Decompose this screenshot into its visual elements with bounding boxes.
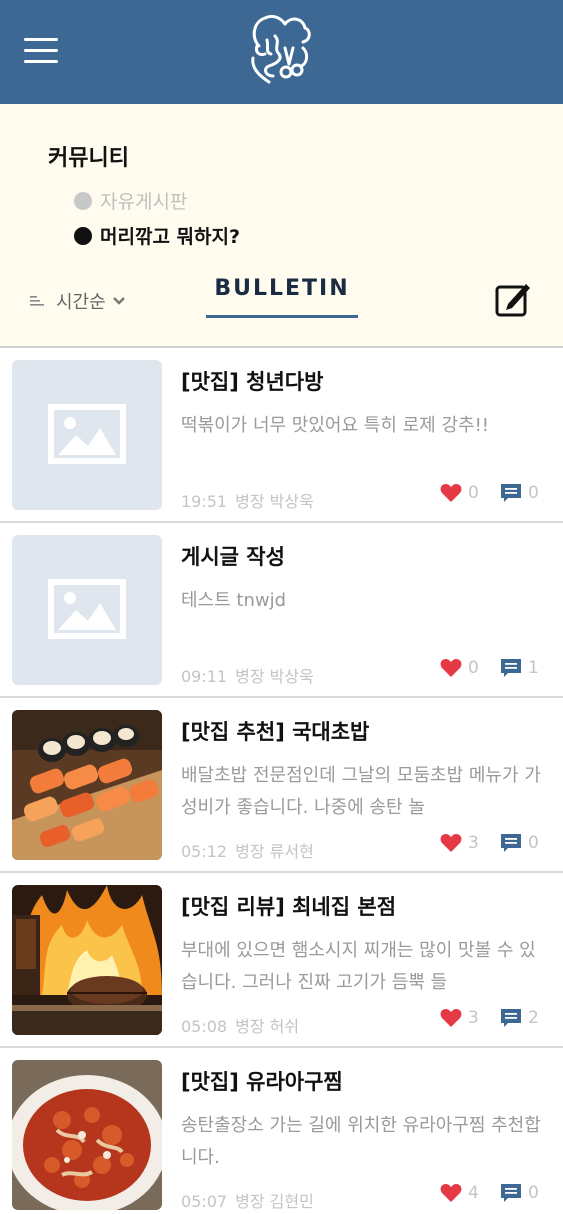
placeholder-image-icon [12,535,162,685]
post-author: 병장 김현민 [235,1192,314,1211]
post-meta: 05:07 병장 김현민 [181,1188,314,1212]
like-count: 3 [468,833,479,853]
post-author: 병장 허쉬 [235,1017,300,1036]
grilled-meat-photo [12,885,162,1035]
braised-seafood-photo [12,1060,162,1210]
comment-icon [501,1009,521,1027]
post-meta: 05:12 병장 류서현 [181,838,314,862]
comment-icon [501,834,521,852]
like-count: 3 [468,1008,479,1028]
like-button[interactable]: 0 [440,483,479,503]
like-count: 0 [468,658,479,678]
comment-button[interactable]: 2 [500,1008,539,1028]
page-title: 커뮤니티 [48,146,129,171]
post-time: 05:07 [181,1192,228,1211]
heart-icon [440,1009,462,1027]
heart-icon [440,834,462,852]
hamburger-menu-icon[interactable] [24,36,60,66]
like-button[interactable]: 0 [440,658,479,678]
heart-icon [440,1184,462,1202]
top-app-bar [0,0,563,104]
post-time: 09:11 [181,667,228,686]
comment-icon [501,1184,521,1202]
heart-icon [440,659,462,677]
post-item[interactable]: [맛집 추천] 국대초밥 배달초밥 전문점인데 그날의 모둠초밥 메뉴가 가성비… [0,698,563,873]
post-item[interactable]: 게시글 작성 테스트 tnwjd 09:11 병장 박상욱 0 1 [0,523,563,698]
post-meta: 09:11 병장 박상욱 [181,663,314,687]
chevron-down-icon [112,297,125,305]
post-item[interactable]: [맛집 리뷰] 최네집 본점 부대에 있으면 햄소시지 찌개는 많이 맛볼 수 … [0,873,563,1048]
heart-icon [440,484,462,502]
comment-count: 0 [528,1183,539,1203]
edit-icon[interactable] [494,280,532,318]
post-time: 05:12 [181,842,228,861]
post-author: 병장 박상욱 [235,667,314,686]
post-time: 19:51 [181,492,228,511]
post-item[interactable]: [맛집] 청년다방 떡볶이가 너무 맛있어요 특히 로제 강추!! 19:51 병… [0,348,563,523]
comment-button[interactable]: 0 [500,1183,539,1203]
sort-lines-icon [30,296,44,306]
like-button[interactable]: 3 [440,1008,479,1028]
sushi-photo [12,710,162,860]
tab-bulletin[interactable]: BULLETIN [206,276,358,318]
inactive-dot-icon [74,191,92,210]
post-meta: 05:08 병장 허쉬 [181,1013,299,1037]
comment-button[interactable]: 0 [500,833,539,853]
comment-button[interactable]: 1 [500,658,539,678]
post-title: 게시글 작성 [181,545,285,569]
board-item-haircut[interactable]: 머리깎고 뭐하지? [74,222,240,249]
post-title: [맛집 추천] 국대초밥 [181,720,370,744]
comment-count: 2 [528,1008,539,1028]
post-title: [맛집] 청년다방 [181,370,324,394]
comment-count: 1 [528,658,539,678]
post-item[interactable]: [맛집] 유라아구찜 송탄출장소 가는 길에 위치한 유라아구찜 추천합니다. … [0,1048,563,1214]
post-body: 부대에 있으면 햄소시지 찌개는 많이 맛볼 수 있습니다. 그러나 진짜 고기… [181,940,536,993]
comment-count: 0 [528,833,539,853]
board-item-free[interactable]: 자유게시판 [74,187,187,214]
post-body: 테스트 tnwjd [181,590,287,611]
post-title: [맛집 리뷰] 최네집 본점 [181,895,397,919]
post-body: 떡볶이가 너무 맛있어요 특히 로제 강추!! [181,415,489,436]
post-list: [맛집] 청년다방 떡볶이가 너무 맛있어요 특히 로제 강추!! 19:51 병… [0,348,563,1214]
barber-logo-icon[interactable] [245,8,321,98]
placeholder-image-icon [12,360,162,510]
sort-dropdown[interactable]: 시간순 [30,288,136,314]
like-count: 0 [468,483,479,503]
comment-icon [501,659,521,677]
like-button[interactable]: 3 [440,833,479,853]
sort-label: 시간순 [56,292,106,313]
post-time: 05:08 [181,1017,228,1036]
like-button[interactable]: 4 [440,1183,479,1203]
post-body: 송탄출장소 가는 길에 위치한 유라아구찜 추천합니다. [181,1115,541,1168]
like-count: 4 [468,1183,479,1203]
post-author: 병장 류서현 [235,842,314,861]
post-meta: 19:51 병장 박상욱 [181,488,314,512]
post-title: [맛집] 유라아구찜 [181,1070,343,1094]
community-header: 커뮤니티 자유게시판 머리깎고 뭐하지? 시간순 BULLETIN [0,104,563,346]
comment-count: 0 [528,483,539,503]
comment-button[interactable]: 0 [500,483,539,503]
active-dot-icon [74,226,92,245]
post-author: 병장 박상욱 [235,492,314,511]
board-item-label: 머리깎고 뭐하지? [100,226,240,248]
board-item-label: 자유게시판 [100,191,188,213]
comment-icon [501,484,521,502]
post-body: 배달초밥 전문점인데 그날의 모둠초밥 메뉴가 가성비가 좋습니다. 나중에 송… [181,765,541,818]
